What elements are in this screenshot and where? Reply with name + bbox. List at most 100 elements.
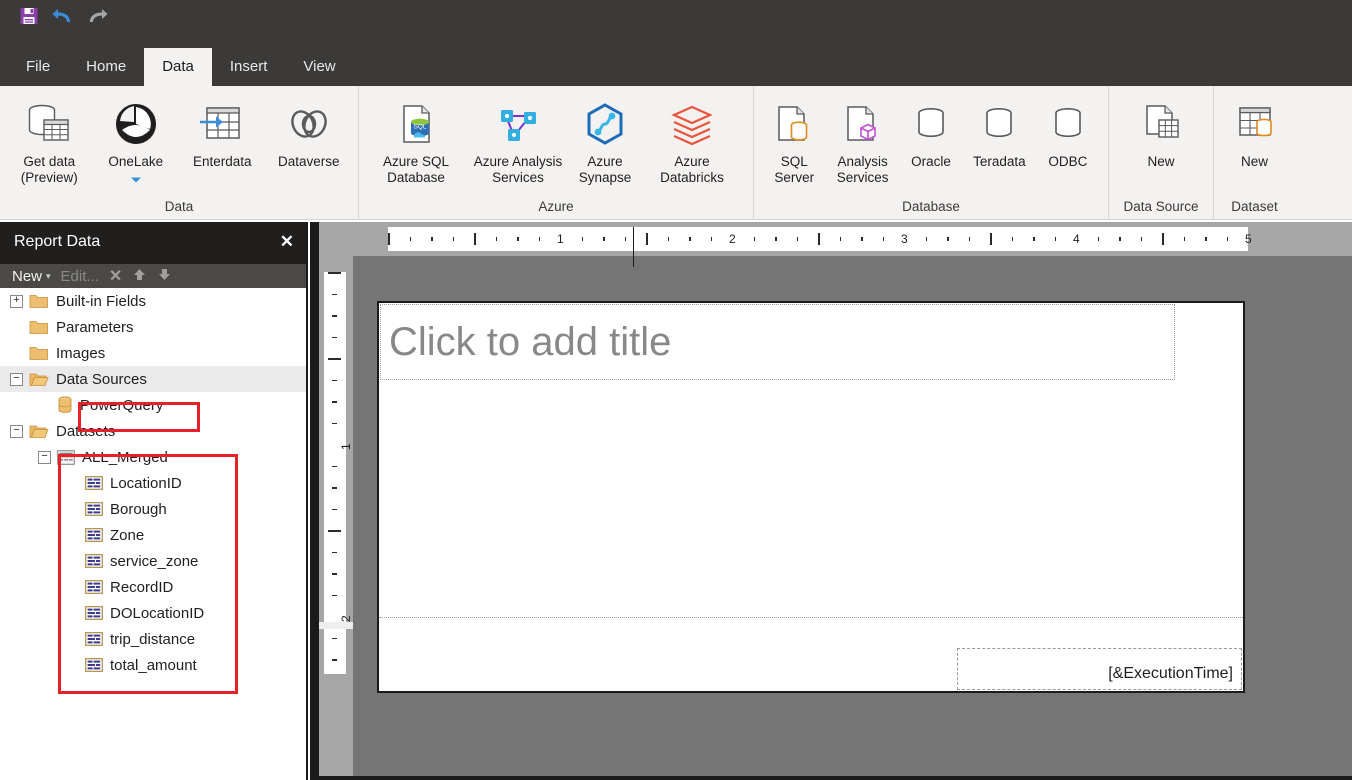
tree-item-images[interactable]: Images (10, 340, 105, 366)
enter-data-button[interactable]: Enterdata (179, 92, 266, 170)
sql-server-button[interactable]: SQL Server (760, 92, 828, 186)
ruler-number: 2 (339, 615, 353, 622)
tree-item-data-sources[interactable]: − Data Sources (0, 366, 306, 392)
odbc-button[interactable]: ODBC (1034, 92, 1102, 170)
execution-time-expression: [&ExecutionTime] (1108, 665, 1233, 682)
azure-analysis-services-label: Azure Analysis Services (473, 154, 563, 185)
dataset-table-icon (57, 449, 75, 465)
teradata-button[interactable]: Teradata (965, 92, 1033, 170)
ruler-tick (624, 237, 627, 241)
save-icon[interactable] (16, 3, 42, 29)
new-data-source-button[interactable]: New (1125, 92, 1197, 170)
field-icon (85, 580, 103, 594)
tree-item-locationid[interactable]: LocationID (66, 470, 182, 496)
tree-item-zone[interactable]: Zone (66, 522, 144, 548)
onelake-button[interactable]: OneLake (93, 92, 180, 189)
new-chevron-down-icon[interactable]: ▾ (46, 271, 51, 282)
ruler-tick (1205, 237, 1207, 241)
onelake-chevron-down-icon[interactable] (130, 171, 142, 189)
vertical-ruler-break (319, 622, 353, 629)
get-data-button[interactable]: Get data (Preview) (6, 92, 93, 186)
edit-button[interactable]: Edit... (61, 268, 99, 285)
azure-analysis-services-icon (492, 96, 544, 154)
new-button[interactable]: New (12, 268, 42, 285)
ruler-tick (861, 237, 863, 241)
tree-item-label: service_zone (110, 552, 199, 570)
report-footer-textbox[interactable]: [&ExecutionTime] (957, 648, 1242, 690)
ruler-tick (1011, 237, 1014, 241)
ruler-tick (925, 237, 928, 241)
vertical-ruler[interactable]: 12 (324, 272, 353, 674)
page-title: Report Data (14, 233, 101, 250)
new-dataset-icon (1229, 96, 1281, 154)
tree-item-built-in-fields[interactable]: + Built-in Fields (10, 288, 146, 314)
move-down-icon[interactable] (157, 267, 172, 286)
ruler-tick (332, 336, 337, 339)
oracle-label: Oracle (911, 154, 951, 169)
report-page[interactable]: Click to add title [&ExecutionTime] (377, 301, 1245, 693)
tab-view[interactable]: View (285, 48, 353, 86)
tree-item-total-amount[interactable]: total_amount (66, 652, 197, 678)
azure-databricks-label: Azure Databricks (660, 154, 724, 185)
vertical-scrollbar[interactable] (310, 222, 319, 780)
tree-item-all-merged[interactable]: − ALL_Merged (38, 444, 168, 470)
dataverse-button[interactable]: Dataverse (266, 92, 353, 170)
collapse-icon[interactable]: − (38, 450, 51, 464)
azure-analysis-services-button[interactable]: Azure Analysis Services (467, 92, 569, 186)
ribbon-group-label-database: Database (902, 199, 960, 214)
ruler-tick (332, 659, 337, 661)
tree-item-parameters[interactable]: Parameters (10, 314, 134, 340)
analysis-services-button[interactable]: Analysis Services (828, 92, 896, 186)
tree-item-dolocationid[interactable]: DOLocationID (66, 600, 204, 626)
ruler-tick (538, 237, 541, 241)
ruler-tick (646, 233, 648, 245)
ruler-tick (796, 237, 799, 241)
ribbon-group-azure: SQL Azure SQL Database Azure Analysis Se… (358, 86, 753, 220)
oracle-button[interactable]: Oracle (897, 92, 965, 170)
new-dataset-button[interactable]: New (1220, 92, 1289, 170)
horizontal-ruler[interactable]: 1 2 3 4 5 (388, 227, 1252, 251)
tab-data[interactable]: Data (144, 48, 212, 86)
tree-item-datasets[interactable]: − Datasets (10, 418, 115, 444)
azure-sql-database-button[interactable]: SQL Azure SQL Database (365, 92, 467, 186)
report-title-textbox[interactable]: Click to add title (380, 304, 1175, 380)
ribbon-group-dataset: New Dataset (1213, 86, 1295, 220)
ruler-number: 5 (1245, 232, 1252, 246)
tab-insert[interactable]: Insert (212, 48, 286, 86)
svg-text:SQL: SQL (413, 124, 426, 131)
report-body-region[interactable]: Click to add title (379, 303, 1243, 618)
tab-home[interactable]: Home (68, 48, 144, 86)
ruler-tick (332, 508, 337, 511)
ruler-tick (1119, 237, 1121, 241)
collapse-icon[interactable]: − (10, 424, 23, 438)
redo-icon[interactable] (84, 3, 110, 29)
tree-item-recordid[interactable]: RecordID (66, 574, 173, 600)
tree-item-label: Images (56, 344, 106, 362)
azure-synapse-button[interactable]: Azure Synapse (569, 92, 641, 186)
report-data-pane-header: Report Data ✕ (0, 222, 306, 264)
design-surface-bottom-edge (310, 776, 1352, 780)
rdl-report-builder-window: File Home Data Insert View Get data (Pre… (0, 0, 1352, 780)
azure-databricks-button[interactable]: Azure Databricks (641, 92, 743, 186)
move-up-icon[interactable] (132, 267, 147, 286)
ruler-tick (667, 237, 670, 241)
ruler-tick (839, 237, 842, 241)
tree-item-service-zone[interactable]: service_zone (66, 548, 198, 574)
field-icon (85, 476, 103, 490)
tree-item-powerquery[interactable]: PowerQuery (38, 392, 163, 418)
close-icon[interactable]: ✕ (280, 232, 294, 252)
tree-item-borough[interactable]: Borough (66, 496, 167, 522)
delete-icon[interactable]: ✕ (109, 266, 122, 286)
undo-icon[interactable] (50, 3, 76, 29)
ruler-tick (818, 233, 820, 245)
folder-icon (29, 293, 49, 309)
ruler-tick (332, 594, 337, 597)
tab-file[interactable]: File (8, 48, 68, 86)
ruler-tick (332, 379, 337, 382)
expand-icon[interactable]: + (10, 294, 23, 308)
collapse-icon[interactable]: − (10, 372, 23, 386)
field-icon (85, 502, 103, 516)
report-data-tree[interactable]: + Built-in Fields Parameters Images − Data So… (0, 288, 306, 780)
tree-item-label: DOLocationID (110, 604, 205, 622)
tree-item-trip-distance[interactable]: trip_distance (66, 626, 195, 652)
